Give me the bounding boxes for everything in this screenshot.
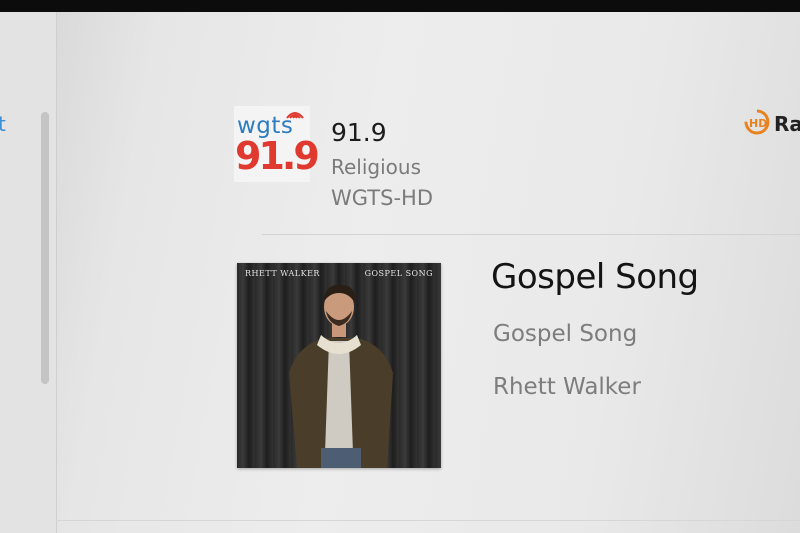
hd-radio-icon: HD	[744, 109, 770, 135]
left-panel: t	[0, 12, 57, 533]
album-art-artist: RHETT WALKER	[245, 269, 320, 278]
station-genre: Religious	[331, 155, 421, 179]
section-divider	[262, 234, 800, 235]
album-portrait	[289, 284, 393, 468]
scrollbar[interactable]	[41, 112, 49, 384]
song-artist: Rhett Walker	[493, 374, 641, 400]
station-logo: wgts 91.9	[234, 106, 320, 182]
song-album: Gospel Song	[493, 321, 638, 347]
song-title: Gospel Song	[491, 257, 699, 297]
left-tab-label[interactable]: t	[0, 112, 6, 136]
logo-frequency: 91.9	[235, 134, 320, 178]
album-art: RHETT WALKER GOSPEL SONG	[237, 263, 441, 468]
bottom-divider	[56, 520, 800, 521]
radio-screen: t wgts 91.9 91.9 Religious WGTS-HD HD Ra	[0, 12, 800, 533]
svg-text:HD: HD	[749, 117, 767, 130]
screen-bezel	[0, 0, 800, 12]
station-call-sign: WGTS-HD	[331, 186, 433, 210]
hd-radio-label: Ra	[774, 112, 800, 136]
album-art-title: GOSPEL SONG	[364, 269, 433, 278]
station-frequency: 91.9	[331, 118, 387, 147]
